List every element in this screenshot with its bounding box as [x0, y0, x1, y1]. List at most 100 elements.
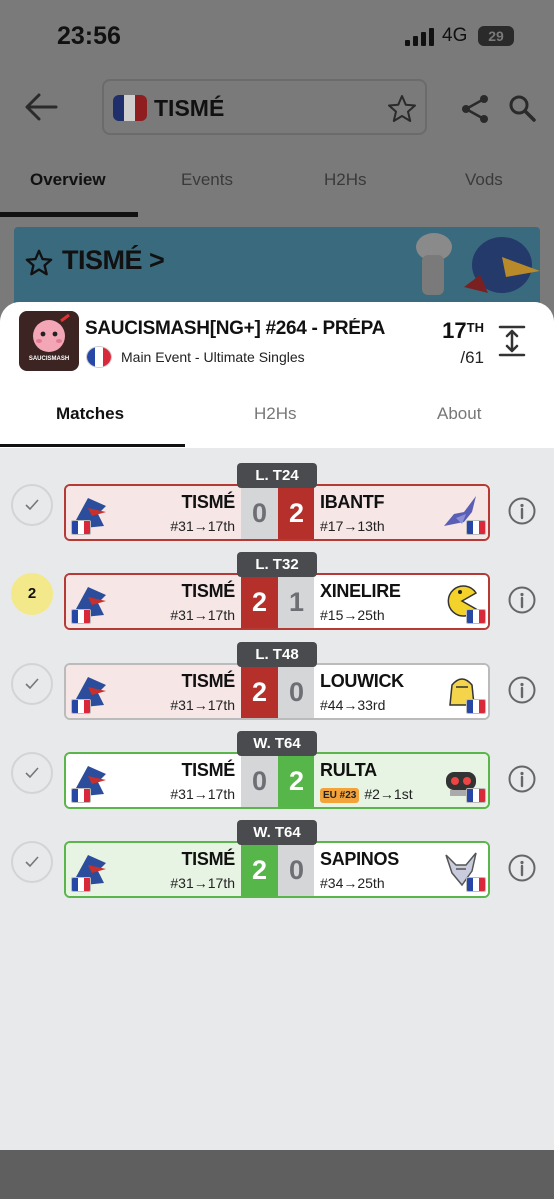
star-icon[interactable] [387, 94, 417, 124]
round-badge: L. T24 [237, 463, 317, 488]
france-flag-icon [466, 877, 486, 892]
tab-h2hs[interactable]: H2Hs [254, 404, 297, 424]
player-search-box[interactable]: TISMÉ [102, 79, 427, 135]
network-label: 4G [442, 25, 468, 46]
match-games-count[interactable]: 2 [11, 573, 53, 615]
signal-icon [405, 28, 434, 46]
score-left: 2 [241, 665, 278, 718]
match-done-status[interactable] [11, 484, 53, 526]
event-header: SAUCISMASH SAUCISMASH[NG+] #264 - PRÉPAR… [0, 302, 554, 448]
opponent-seed: #17→13th [320, 518, 385, 534]
tab-vods[interactable]: Vods [465, 170, 503, 190]
match-card[interactable]: TISMÉ #31→17th 0 2 IBANTF #17→13th [64, 484, 490, 541]
opponent-name: SAPINOS [320, 849, 399, 869]
match-card[interactable]: TISMÉ #31→17th 2 1 XINELIRE #15→25th [64, 573, 490, 630]
info-icon[interactable] [508, 854, 536, 882]
star-icon[interactable] [25, 249, 53, 277]
opponent-seed: #44→33rd [320, 697, 386, 713]
tab-about[interactable]: About [437, 404, 481, 424]
opponent-name: LOUWICK [320, 671, 404, 691]
player-banner[interactable]: TISMÉ > [14, 227, 540, 307]
opponent-seed: #15→25th [320, 607, 385, 623]
tab-overview[interactable]: Overview [30, 170, 106, 190]
info-icon[interactable] [508, 586, 536, 614]
france-flag-icon [466, 520, 486, 535]
france-flag-icon [71, 788, 91, 803]
tab-underline [0, 444, 185, 447]
player-left: TISMÉ #31→17th [66, 486, 241, 539]
tab-matches[interactable]: Matches [56, 404, 124, 424]
player-left: TISMÉ #31→17th [66, 665, 241, 718]
event-subtitle: Main Event - Ultimate Singles [121, 349, 305, 365]
player-seed: #31→17th [170, 786, 235, 802]
match-done-status[interactable] [11, 841, 53, 883]
player-seed: #31→17th [170, 607, 235, 623]
score-left: 2 [241, 575, 278, 628]
france-flag-icon [113, 95, 147, 121]
opponent-seed: #34→25th [320, 875, 385, 891]
match-row: TISMÉ #31→17th 0 2 RULTA EU #23 #2→1st W.… [0, 731, 554, 809]
match-card[interactable]: TISMÉ #31→17th 2 0 SAPINOS #34→25th [64, 841, 490, 898]
info-icon[interactable] [508, 676, 536, 704]
ranking-badge: EU #23 [320, 788, 360, 803]
opponent-name: XINELIRE [320, 581, 401, 601]
player-name: TISMÉ [181, 492, 235, 512]
round-badge: W. T64 [237, 731, 317, 756]
opponent-name: IBANTF [320, 492, 385, 512]
france-flag-icon [71, 877, 91, 892]
score-right: 2 [278, 754, 315, 807]
score-right: 0 [278, 843, 315, 896]
check-icon [25, 767, 39, 779]
match-card[interactable]: TISMÉ #31→17th 2 0 LOUWICK #44→33rd [64, 663, 490, 720]
player-name: TISMÉ [181, 581, 235, 601]
score-right: 1 [278, 575, 315, 628]
score-left: 0 [241, 754, 278, 807]
search-player-name: TISMÉ [154, 95, 225, 121]
player-name: TISMÉ [181, 671, 235, 691]
match-done-status[interactable] [11, 663, 53, 705]
tab-h2hs[interactable]: H2Hs [324, 170, 367, 190]
event-logo: SAUCISMASH [19, 311, 79, 371]
player-left: TISMÉ #31→17th [66, 575, 241, 628]
match-done-status[interactable] [11, 752, 53, 794]
player-left: TISMÉ #31→17th [66, 843, 241, 896]
battery-icon: 29 [478, 26, 514, 46]
top-bar: TISMÉ [0, 70, 554, 150]
round-badge: L. T48 [237, 642, 317, 667]
score-left: 2 [241, 843, 278, 896]
status-bar: 23:56 4G 29 [0, 0, 554, 70]
score-left: 0 [241, 486, 278, 539]
player-seed: #31→17th [170, 875, 235, 891]
opponent-seed: EU #23 #2→1st [320, 786, 413, 803]
back-arrow-icon[interactable] [24, 92, 58, 122]
tab-events[interactable]: Events [181, 170, 233, 190]
player-left: TISMÉ #31→17th [66, 754, 241, 807]
player-right: IBANTF #17→13th [314, 486, 488, 539]
placement-total: /61 [460, 348, 484, 367]
france-flag-icon [86, 346, 112, 368]
player-right: XINELIRE #15→25th [314, 575, 488, 628]
player-name: TISMÉ [181, 849, 235, 869]
match-card[interactable]: TISMÉ #31→17th 0 2 RULTA EU #23 #2→1st [64, 752, 490, 809]
france-flag-icon [71, 520, 91, 535]
round-badge: W. T64 [237, 820, 317, 845]
score-right: 2 [278, 486, 315, 539]
info-icon[interactable] [508, 765, 536, 793]
round-badge: L. T32 [237, 552, 317, 577]
placement-suffix: TH [466, 320, 484, 335]
player-right: SAPINOS #34→25th [314, 843, 488, 896]
info-icon[interactable] [508, 497, 536, 525]
player-seed: #31→17th [170, 518, 235, 534]
match-row: TISMÉ #31→17th 2 0 SAPINOS #34→25th W. T… [0, 820, 554, 898]
match-row: TISMÉ #31→17th 0 2 IBANTF #17→13th L. T2… [0, 463, 554, 541]
share-icon[interactable] [460, 94, 490, 124]
opponent-seed-value: #2→1st [364, 786, 413, 802]
expand-icon[interactable] [498, 324, 526, 358]
check-icon [25, 499, 39, 511]
score-right: 0 [278, 665, 315, 718]
player-seed: #31→17th [170, 697, 235, 713]
search-icon[interactable] [508, 94, 536, 122]
profile-tabs: Overview Events H2Hs Vods [0, 150, 554, 218]
france-flag-icon [466, 788, 486, 803]
match-row: 2 TISMÉ #31→17th 2 1 XINELIRE #15→25th L… [0, 552, 554, 630]
